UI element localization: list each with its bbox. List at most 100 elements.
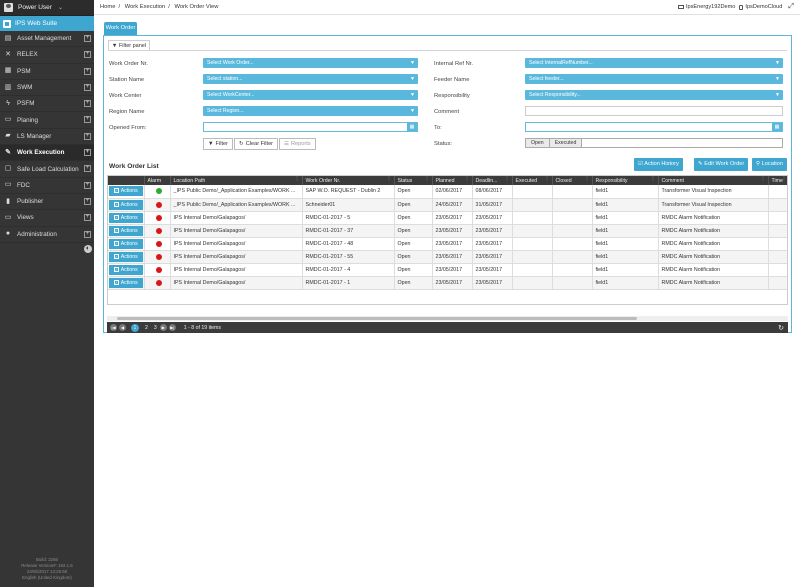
column-header-responsibility[interactable]: Responsibility ⋮ (592, 176, 659, 185)
column-header-status[interactable]: Status ⋮ (394, 176, 433, 185)
first-page-icon[interactable]: |◀ (110, 324, 117, 331)
actions-button[interactable]: ✓ Actions (109, 225, 143, 236)
column-menu-icon[interactable]: ⋮ (505, 176, 510, 182)
reports-button[interactable]: ☰ Reports (279, 138, 316, 150)
sidebar-item-views[interactable]: ▭ Views + (0, 210, 94, 227)
expand-icon[interactable]: + (84, 197, 91, 205)
action-history-button[interactable]: ☑ Action History (634, 158, 683, 171)
sidebar-item-work-execution[interactable]: ✎ Work Execution + (0, 145, 98, 162)
clear-filter-button[interactable]: ↻ Clear Filter (234, 138, 279, 150)
column-menu-icon[interactable]: ⋮ (585, 176, 590, 182)
refresh-icon[interactable]: ↻ (778, 324, 784, 332)
sidebar-item-psm[interactable]: ▦ PSM + (0, 64, 94, 80)
tab-work-order[interactable]: Work Order (104, 22, 137, 35)
tab-filter-panel[interactable]: ▼ Filter panel (108, 40, 150, 50)
table-row[interactable]: ✓ Actions IPS Internal Demo/Galapagos/RMDC… (108, 224, 787, 238)
table-row[interactable]: ✓ Actions _IPS Public Demo/_Application Ex… (108, 198, 787, 212)
column-header-planned[interactable]: Planned ⋮ (432, 176, 473, 185)
wo-nr-select[interactable]: Select Work Order... ▼ (203, 58, 418, 68)
actions-button[interactable]: ✓ Actions (109, 264, 143, 275)
column-header-comment[interactable]: Comment ⋮ (658, 176, 769, 185)
column-header-work-order-nr-[interactable]: Work Order Nr. ⋮ (302, 176, 395, 185)
expand-icon[interactable]: + (84, 181, 91, 189)
expand-icon[interactable]: + (84, 116, 91, 124)
column-menu-icon[interactable]: ⋮ (295, 176, 300, 182)
actions-button[interactable]: ✓ Actions (109, 199, 143, 210)
expand-icon[interactable]: + (84, 132, 91, 140)
table-row[interactable]: ✓ Actions _IPS Public Demo/_Application Ex… (108, 185, 787, 199)
page-2-button[interactable]: 2 (145, 325, 148, 331)
internal-ref-select[interactable]: Select InternalRefNumber... ▼ (525, 58, 783, 68)
station-select[interactable]: Select station... ▼ (203, 74, 418, 84)
actions-button[interactable]: ✓ Actions (109, 238, 143, 249)
table-row[interactable]: ✓ Actions IPS Internal Demo/Galapagos/RMDC… (108, 211, 787, 225)
table-row[interactable]: ✓ Actions IPS Internal Demo/Galapagos/RMDC… (108, 276, 787, 290)
region-select[interactable]: Select Region... ▼ (203, 106, 418, 116)
sidebar-item-relex[interactable]: ✕ RELEX + (0, 47, 94, 64)
expand-icon[interactable]: + (84, 67, 91, 75)
sidebar-item-safe-load-calculation[interactable]: ▢ Safe Load Calculation + (0, 161, 94, 178)
sidebar-item-planing[interactable]: ▭ Planing + (0, 112, 94, 129)
actions-button[interactable]: ✓ Actions (109, 212, 143, 223)
expand-icon[interactable]: + (84, 149, 91, 157)
responsibility-select[interactable]: Select Responsibility... ▼ (525, 90, 783, 100)
expand-icon[interactable]: + (84, 230, 91, 238)
sidebar-item-administration[interactable]: ● Administration + (0, 227, 94, 243)
column-menu-icon[interactable]: ⋮ (651, 176, 656, 182)
column-menu-icon[interactable]: ⋮ (425, 176, 430, 182)
column-header-executed[interactable]: Executed ⋮ (512, 176, 553, 185)
column-header-time[interactable]: Time ⋮ (768, 176, 787, 185)
edit-work-order-button[interactable]: ✎ Edit Work Order (694, 158, 749, 171)
user-menu[interactable]: Power User ⌄ (0, 0, 94, 16)
breadcrumb-work-execution[interactable]: Work Execution (125, 4, 166, 10)
fullscreen-icon[interactable]: ⤢ (788, 3, 794, 11)
sidebar-item-psfm[interactable]: ϟ PSFM + (0, 96, 94, 113)
feeder-select[interactable]: Select feeder... ▼ (525, 74, 783, 84)
column-menu-icon[interactable]: ⋮ (545, 176, 550, 182)
sidebar-item-ls-manager[interactable]: ▰ LS Manager + (0, 129, 94, 146)
expand-icon[interactable]: + (84, 83, 91, 91)
last-page-icon[interactable]: ▶| (168, 324, 176, 331)
calendar-icon[interactable]: ▦ (772, 123, 782, 131)
column-header-closed[interactable]: Closed ⋮ (552, 176, 593, 185)
table-row[interactable]: ✓ Actions IPS Internal Demo/Galapagos/RMDC… (108, 237, 787, 251)
to-date-input[interactable]: ▦ (525, 122, 783, 132)
calendar-icon[interactable]: ▦ (407, 123, 417, 131)
opened-from-input[interactable]: ▦ (203, 122, 418, 132)
breadcrumb-home[interactable]: Home (100, 4, 115, 10)
sidebar-item-swm[interactable]: ▥ SWM + (0, 80, 94, 97)
location-button[interactable]: ⚲ Location (752, 158, 787, 171)
work-center-select[interactable]: Select WorkCenter... ▼ (203, 90, 418, 100)
status-executed-option[interactable]: Executed (549, 139, 583, 147)
prev-page-icon[interactable]: ◀ (119, 324, 126, 331)
column-header-alarm[interactable]: Alarm (144, 176, 171, 185)
filter-button[interactable]: ▼ Filter (203, 138, 233, 150)
expand-icon[interactable]: + (84, 165, 91, 173)
scrollbar-thumb[interactable] (117, 317, 637, 320)
column-menu-icon[interactable]: ⋮ (782, 176, 787, 182)
sidebar-item-fdc[interactable]: ▭ FDC + (0, 178, 94, 194)
column-header-location-path[interactable]: Location Path ⋮ (170, 176, 303, 185)
page-3-button[interactable]: 3 (154, 325, 157, 331)
table-row[interactable]: ✓ Actions IPS Internal Demo/Galapagos/RMDC… (108, 263, 787, 277)
sidebar-item-publisher[interactable]: ▮ Publisher + (0, 194, 94, 211)
column-header-deadlin-[interactable]: Deadlin... ⋮ (472, 176, 513, 185)
sidebar-collapse-button[interactable]: ◐ (84, 245, 92, 253)
actions-button[interactable]: ✓ Actions (109, 277, 143, 288)
column-menu-icon[interactable]: ⋮ (761, 176, 766, 182)
brand-header[interactable]: IPS Web Suite (0, 16, 94, 31)
next-page-icon[interactable]: ▶ (159, 324, 167, 331)
actions-button[interactable]: ✓ Actions (109, 251, 143, 262)
comment-input[interactable] (525, 106, 783, 116)
column-menu-icon[interactable]: ⋮ (465, 176, 470, 182)
column-header-actions[interactable] (108, 176, 145, 185)
status-open-option[interactable]: Open (526, 139, 550, 147)
expand-icon[interactable]: + (84, 214, 91, 222)
horizontal-scrollbar[interactable] (107, 316, 788, 321)
page-1-button[interactable]: 1 (131, 323, 139, 332)
expand-icon[interactable]: + (84, 35, 91, 42)
sidebar-item-asset-management[interactable]: ▤ Asset Management + (0, 31, 94, 48)
expand-icon[interactable]: + (84, 51, 91, 59)
table-row[interactable]: ✓ Actions IPS Internal Demo/Galapagos/RMDC… (108, 250, 787, 264)
column-menu-icon[interactable]: ⋮ (387, 176, 392, 182)
